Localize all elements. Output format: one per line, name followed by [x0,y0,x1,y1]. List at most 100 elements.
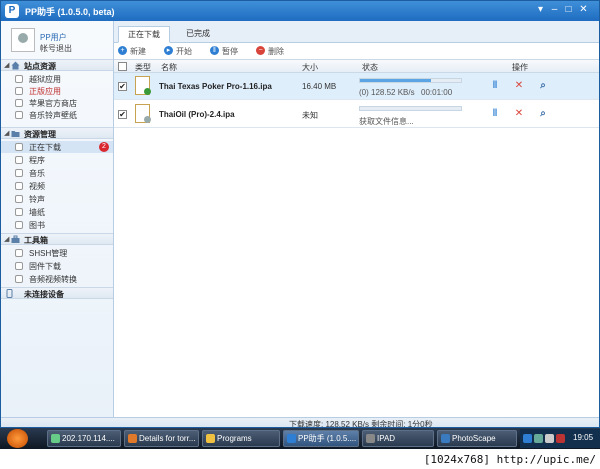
taskbar-item[interactable]: PhotoScape [437,430,517,447]
status-bar: 下载速度: 128.52 KB/s 剩余时间: 1分0秒 [1,417,599,428]
minimize-button[interactable]: – [548,4,561,17]
image-icon [15,208,23,216]
row-checkbox[interactable]: ✔ [118,82,127,91]
tab-downloading[interactable]: 正在下载 [118,26,170,43]
column-actions: 操作 [512,63,528,72]
music-icon [15,111,23,119]
resolution-caption: [1024x768] http://upic.me/ [0,449,600,469]
sidebar-section-resource-management[interactable]: ◢ 资源管理 [1,127,113,139]
file-size: 16.40 MB [302,82,337,91]
sidebar-section-label: 资源管理 [24,130,56,139]
progress-fill [360,79,431,82]
convert-icon [15,275,23,283]
select-all-checkbox[interactable] [118,62,127,71]
security-icon[interactable] [556,434,565,443]
taskbar-item-label: 202.170.114.... [62,434,115,443]
app-icon [15,156,23,164]
taskbar-item-active[interactable]: PP助手 (1.0.5.... [283,430,359,447]
sidebar-item-music-ringtones-wallpapers[interactable]: 音乐铃声壁纸 [1,109,113,121]
sidebar-item-video[interactable]: 视频 [1,180,113,192]
close-button[interactable]: ✕ [577,4,590,17]
column-status[interactable]: 状态 [362,62,378,73]
ipa-file-icon [135,104,151,123]
key-icon [15,249,23,257]
row-checkbox[interactable]: ✔ [118,110,127,119]
sidebar-item-app-store[interactable]: 苹果官方商店 [1,97,113,109]
column-type[interactable]: 类型 [135,62,151,73]
pause-label: 暂停 [222,47,238,56]
store-icon [15,99,23,107]
sidebar-item-label: 音乐 [29,169,45,178]
sidebar: PP用户 帐号退出 ◢ 站点资源 越狱应用 正版应用 苹果官方商店 音乐铃声壁纸… [1,21,114,417]
file-size: 未知 [302,111,318,120]
row-delete-icon[interactable]: ✕ [514,81,524,91]
start-button[interactable] [7,429,28,448]
title-bar[interactable]: P PP助手 (1.0.5.0, beta) ▾ – □ ✕ [1,1,599,21]
sidebar-item-label: 苹果官方商店 [29,99,77,108]
window-title: PP助手 (1.0.5.0, beta) [25,7,115,17]
caption-text: [1024x768] http://upic.me/ [423,453,596,466]
sidebar-item-wallpapers[interactable]: 墙纸 [1,206,113,218]
download-count-badge: 2 [99,142,109,152]
sidebar-item-firmware-download[interactable]: 固件下载 [1,260,113,272]
progress-bar [359,106,462,111]
table-row[interactable]: ✔ Thai Texas Poker Pro-1.16.ipa 16.40 MB… [114,73,599,100]
row-delete-icon[interactable]: ✕ [514,109,524,119]
row-pause-icon[interactable]: ‖ [490,109,500,119]
taskbar-item[interactable]: 202.170.114.... [47,430,121,447]
music-icon [15,169,23,177]
minus-icon: − [256,46,265,55]
row-search-icon[interactable]: ⌕ [538,81,548,91]
photoscape-icon [441,434,450,443]
logout-link[interactable]: 帐号退出 [40,43,72,54]
tab-completed[interactable]: 已完成 [172,26,224,43]
user-panel: PP用户 帐号退出 [1,21,113,59]
row-pause-icon[interactable]: ‖ [490,81,500,91]
sidebar-section-toolbox[interactable]: ◢ 工具箱 [1,233,113,245]
collapse-arrow-icon: ◢ [4,130,10,137]
user-name[interactable]: PP用户 [40,32,67,43]
windows-taskbar: 202.170.114.... Details for torr... Prog… [0,428,600,449]
sidebar-section-no-device[interactable]: 未连接设备 [1,287,113,299]
column-size[interactable]: 大小 [302,62,318,73]
sidebar-item-shsh-management[interactable]: SHSH管理 [1,247,113,259]
app-window: P PP助手 (1.0.5.0, beta) ▾ – □ ✕ PP用户 帐号退出… [0,0,600,428]
network-icon[interactable] [534,434,543,443]
sidebar-item-music[interactable]: 音乐 [1,167,113,179]
sidebar-item-av-converter[interactable]: 音频视频转换 [1,273,113,285]
status-text: 下载速度: 128.52 KB/s 剩余时间: 1分0秒 [289,420,433,428]
pp-tray-icon[interactable] [523,434,532,443]
sidebar-section-site-resources[interactable]: ◢ 站点资源 [1,59,113,71]
maximize-button[interactable]: □ [562,4,575,17]
home-icon [11,61,20,70]
sidebar-item-label: SHSH管理 [29,249,68,258]
sidebar-item-programs[interactable]: 程序 [1,154,113,166]
sidebar-item-label: 程序 [29,156,45,165]
file-name: ThaiOil (Pro)-2.4.ipa [159,110,235,119]
clock[interactable]: 19:05 [573,433,593,442]
device-icon [5,289,14,298]
taskbar-item[interactable]: Programs [202,430,280,447]
play-icon: ▸ [164,46,173,55]
system-tray: 19:05 [520,429,600,448]
table-header: 类型 名称 大小 状态 操作 [114,59,599,73]
sidebar-item-label: 正版应用 [29,87,61,96]
sidebar-item-ringtones[interactable]: 铃声 [1,193,113,205]
sidebar-item-label: 墙纸 [29,208,45,217]
column-name[interactable]: 名称 [161,62,177,73]
row-search-icon[interactable]: ⌕ [538,109,548,119]
book-icon [15,221,23,229]
volume-icon[interactable] [545,434,554,443]
sidebar-item-books[interactable]: 图书 [1,219,113,231]
sidebar-item-genuine-apps[interactable]: 正版应用 [1,85,113,97]
taskbar-item[interactable]: IPAD [362,430,434,447]
file-name: Thai Texas Poker Pro-1.16.ipa [159,82,272,91]
download-speed: (0) 128.52 KB/s [359,88,415,97]
taskbar-item-label: PP助手 (1.0.5.... [298,434,357,443]
skin-menu-button[interactable]: ▾ [534,4,547,17]
table-row[interactable]: ✔ ThaiOil (Pro)-2.4.ipa 未知 获取文件信息... ‖ ✕… [114,101,599,128]
sidebar-item-downloading[interactable]: 正在下载 2 [1,141,113,153]
avatar[interactable] [11,28,35,52]
sidebar-item-jailbreak-apps[interactable]: 越狱应用 [1,73,113,85]
taskbar-item[interactable]: Details for torr... [124,430,199,447]
